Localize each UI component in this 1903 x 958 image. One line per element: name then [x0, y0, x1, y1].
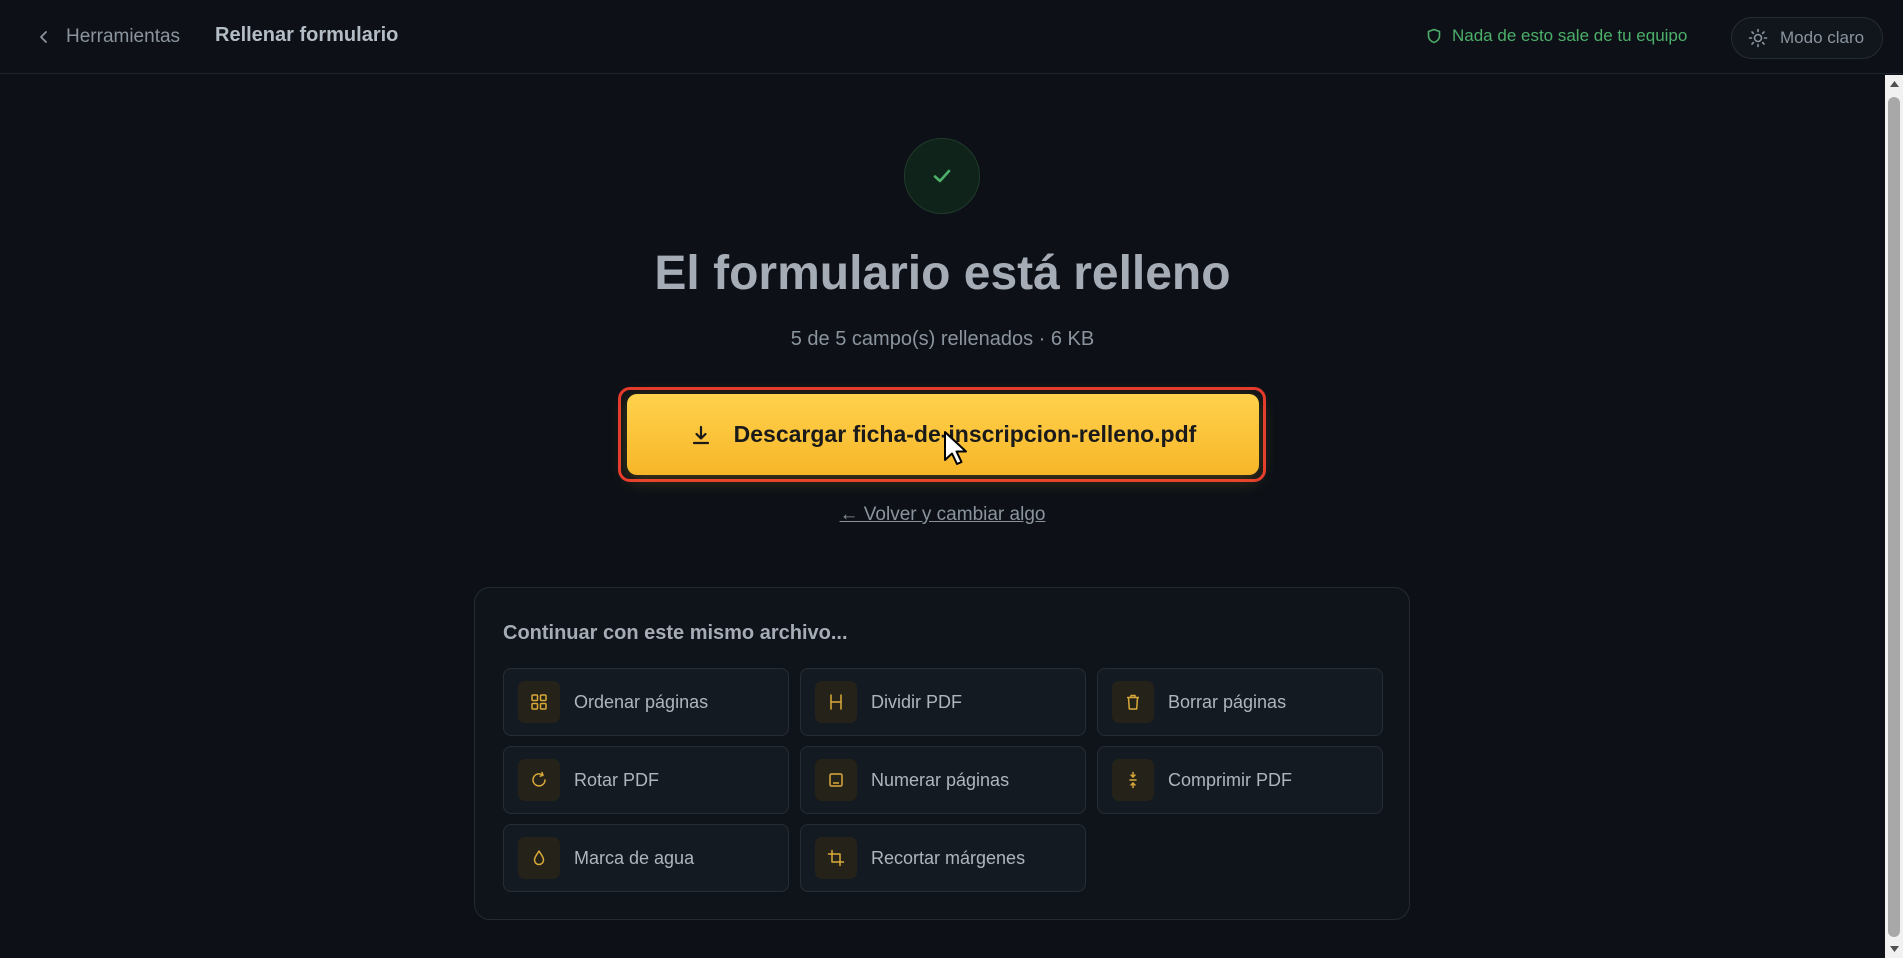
tool-label: Ordenar páginas: [574, 691, 709, 712]
scroll-down-arrow-icon[interactable]: [1885, 940, 1903, 958]
mouse-cursor-icon: [944, 431, 967, 465]
tool-label: Marca de agua: [574, 847, 695, 868]
top-bar: Herramientas Rellenar formulario Nada de…: [0, 0, 1903, 74]
tool-recortar-margenes[interactable]: Recortar márgenes: [800, 824, 1086, 892]
continue-card: Continuar con este mismo archivo... Orde…: [474, 587, 1410, 920]
scrollbar-thumb[interactable]: [1888, 97, 1900, 937]
back-to-tools-link[interactable]: Herramientas: [36, 22, 180, 52]
trash-icon: [1112, 681, 1154, 723]
split-icon: [815, 681, 857, 723]
tool-dividir-pdf[interactable]: Dividir PDF: [800, 668, 1086, 736]
continue-card-title: Continuar con este mismo archivo...: [503, 622, 848, 644]
scroll-up-arrow-icon[interactable]: [1885, 75, 1903, 93]
back-link-label: Herramientas: [66, 26, 181, 47]
privacy-note: Nada de esto sale de tu equipo: [1426, 26, 1687, 46]
tool-label: Dividir PDF: [871, 691, 963, 712]
sun-icon: [1748, 28, 1768, 48]
result-summary: 5 de 5 campo(s) rellenados · 6 KB: [790, 328, 1095, 350]
tool-grid: Ordenar páginas Dividir PDF Borrar págin…: [503, 668, 1383, 892]
result-headline: El formulario está relleno: [654, 247, 1231, 300]
go-back-link[interactable]: ← Volver y cambiar algo: [0, 504, 1885, 526]
rotate-icon: [518, 759, 560, 801]
checkmark-icon: [933, 169, 951, 183]
page-number-icon: [815, 759, 857, 801]
droplet-icon: [518, 837, 560, 879]
page-title: Rellenar formulario: [215, 24, 399, 46]
tool-label: Numerar páginas: [871, 769, 1010, 790]
tool-label: Comprimir PDF: [1168, 769, 1292, 790]
vertical-scrollbar[interactable]: [1885, 75, 1903, 958]
compress-icon: [1112, 759, 1154, 801]
tool-label: Recortar márgenes: [871, 847, 1026, 868]
success-badge: [904, 138, 980, 214]
theme-toggle-button[interactable]: Modo claro: [1731, 17, 1883, 59]
grid-icon: [518, 681, 560, 723]
tool-ordenar-paginas[interactable]: Ordenar páginas: [503, 668, 789, 736]
theme-toggle-label: Modo claro: [1780, 28, 1865, 47]
chevron-left-icon: [40, 31, 47, 43]
tool-marca-de-agua[interactable]: Marca de agua: [503, 824, 789, 892]
privacy-note-text: Nada de esto sale de tu equipo: [1452, 26, 1688, 45]
tool-borrar-paginas[interactable]: Borrar páginas: [1097, 668, 1383, 736]
tool-label: Rotar PDF: [574, 769, 660, 790]
shield-icon: [1427, 28, 1441, 44]
download-icon: [692, 425, 709, 444]
tool-label: Borrar páginas: [1168, 691, 1287, 712]
tool-numerar-paginas[interactable]: Numerar páginas: [800, 746, 1086, 814]
tool-rotar-pdf[interactable]: Rotar PDF: [503, 746, 789, 814]
crop-icon: [815, 837, 857, 879]
tool-comprimir-pdf[interactable]: Comprimir PDF: [1097, 746, 1383, 814]
